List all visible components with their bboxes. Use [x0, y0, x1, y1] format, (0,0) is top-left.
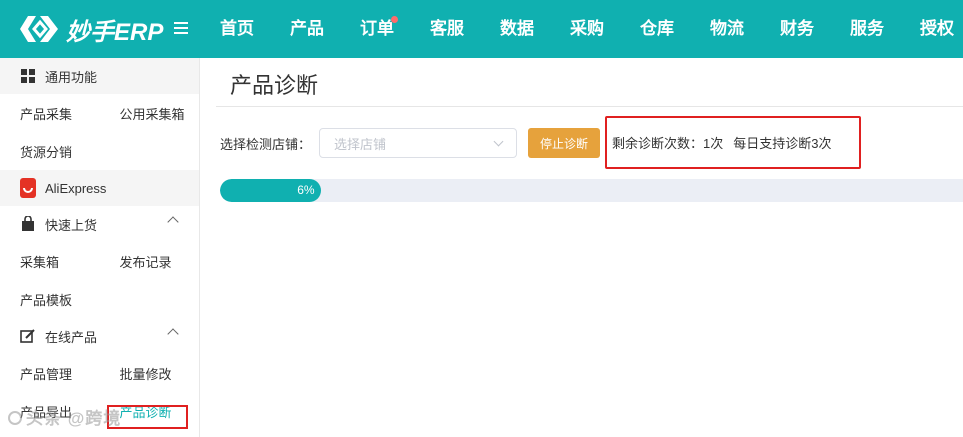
sidebar-row: 产品管理 批量修改 — [0, 354, 199, 392]
daily-limit: 每日支持诊断3次 — [733, 136, 832, 151]
annotation-highlight — [107, 405, 188, 429]
stop-diagnosis-button[interactable]: 停止诊断 — [528, 128, 600, 158]
sidebar-item-product-export[interactable]: 产品导出 — [0, 402, 100, 421]
logo[interactable]: 妙手ERP — [18, 10, 168, 48]
sidebar-item-source-distribution[interactable]: 货源分销 — [0, 142, 100, 161]
diagnosis-progress-bar: 6% — [220, 179, 963, 202]
sidebar-row: 货源分销 — [0, 132, 199, 170]
shopping-bag-icon — [20, 216, 36, 232]
nav-home[interactable]: 首页 — [202, 0, 272, 58]
store-select[interactable]: 选择店铺 — [319, 128, 517, 158]
progress-fill: 6% — [220, 179, 321, 202]
progress-label: 6% — [297, 183, 315, 197]
logo-icon — [20, 16, 58, 42]
sidebar-item-public-collect-box[interactable]: 公用采集箱 — [100, 104, 200, 123]
diagnosis-quota: 剩余诊断次数：1次 每日支持诊断3次 — [605, 116, 861, 169]
page-title: 产品诊断 — [230, 74, 319, 99]
sidebar: 通用功能 产品采集 公用采集箱 货源分销 AliExpress 快速上货 采集箱… — [0, 58, 200, 437]
sidebar-group-label: AliExpress — [45, 180, 107, 196]
main-content: 产品诊断 选择检测店铺： 选择店铺 停止诊断 剩余诊断次数：1次 每日支持诊断3… — [201, 58, 963, 437]
sidebar-item-product-template[interactable]: 产品模板 — [0, 290, 100, 309]
sidebar-item-publish-record[interactable]: 发布记录 — [100, 252, 200, 271]
nav-warehouse[interactable]: 仓库 — [622, 0, 692, 58]
sidebar-row: 采集箱 发布记录 — [0, 242, 199, 280]
nav-finance[interactable]: 财务 — [762, 0, 832, 58]
nav-data[interactable]: 数据 — [482, 0, 552, 58]
nav-orders[interactable]: 订单 — [342, 0, 412, 58]
sidebar-item-batch-edit[interactable]: 批量修改 — [100, 364, 200, 383]
grid-icon — [20, 68, 36, 84]
sidebar-group-online-products[interactable]: 在线产品 — [0, 318, 199, 354]
sidebar-item-collect-box[interactable]: 采集箱 — [0, 252, 100, 271]
chevron-up-icon[interactable] — [167, 216, 179, 228]
filter-row: 选择检测店铺： 选择店铺 停止诊断 — [220, 128, 600, 158]
nav-purchase[interactable]: 采购 — [552, 0, 622, 58]
sidebar-group-label: 在线产品 — [45, 329, 98, 345]
remaining-count: 剩余诊断次数：1次 — [612, 136, 724, 151]
menu-toggle-icon[interactable] — [174, 19, 194, 39]
nav-products[interactable]: 产品 — [272, 0, 342, 58]
edit-icon — [20, 328, 36, 344]
aliexpress-icon — [20, 178, 36, 198]
top-bar: 妙手ERP 首页 产品 订单 客服 数据 采购 仓库 物流 财务 服务 授权 — [0, 0, 963, 58]
sidebar-group-general[interactable]: 通用功能 — [0, 58, 199, 94]
nav-logistics[interactable]: 物流 — [692, 0, 762, 58]
sidebar-row: 产品模板 — [0, 280, 199, 318]
store-select-placeholder: 选择店铺 — [334, 136, 387, 152]
main-nav: 首页 产品 订单 客服 数据 采购 仓库 物流 财务 服务 授权 — [202, 0, 963, 58]
notification-dot — [391, 16, 398, 23]
store-filter-label: 选择检测店铺： — [220, 136, 312, 152]
logo-text: 妙手ERP — [66, 18, 164, 46]
sidebar-item-product-management[interactable]: 产品管理 — [0, 364, 100, 383]
nav-authorization[interactable]: 授权 — [902, 0, 963, 58]
sidebar-group-label: 通用功能 — [45, 69, 98, 85]
sidebar-item-product-collect[interactable]: 产品采集 — [0, 104, 100, 123]
sidebar-row: 产品采集 公用采集箱 — [0, 94, 199, 132]
nav-services[interactable]: 服务 — [832, 0, 902, 58]
sidebar-group-aliexpress[interactable]: AliExpress — [0, 170, 199, 206]
nav-customer-service[interactable]: 客服 — [412, 0, 482, 58]
chevron-up-icon[interactable] — [167, 328, 179, 340]
sidebar-group-quick-upload[interactable]: 快速上货 — [0, 206, 199, 242]
chevron-down-icon — [493, 136, 504, 147]
divider — [216, 106, 963, 107]
sidebar-group-label: 快速上货 — [45, 217, 98, 233]
